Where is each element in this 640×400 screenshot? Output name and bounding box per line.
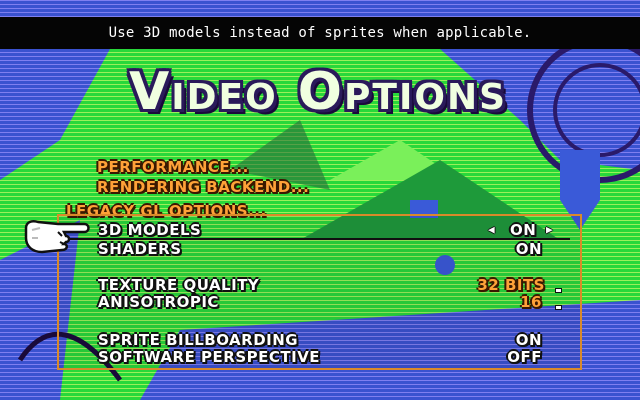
option-label: Software Perspective [98,348,321,366]
slider-marker [556,306,561,309]
option-label: Texture Quality [98,276,260,294]
option-label: 3D Models [98,221,202,239]
arrow-right-icon[interactable]: ▶ [546,223,553,236]
pointing-hand-icon [24,220,90,254]
option-label: Sprite Billboarding [98,331,299,349]
slider-marker [556,289,561,292]
option-value: 16 [520,293,542,311]
option-value: 32 bits [477,276,545,294]
option-value: On [515,240,542,258]
menu-item-performance[interactable]: Performance... [97,158,249,176]
option-label: Anisotropic [98,293,219,311]
arrow-left-icon[interactable]: ◀ [488,223,495,236]
option-value: On [510,221,537,239]
option-value: Off [507,348,542,366]
game-screen: Use 3D models instead of sprites when ap… [0,0,640,400]
menu-item-rendering-backend[interactable]: Rendering Backend... [97,178,309,196]
page-title: Video Options [128,62,508,122]
option-value: On [515,331,542,349]
tooltip-bar: Use 3D models instead of sprites when ap… [0,17,640,49]
option-label: Shaders [98,240,182,258]
